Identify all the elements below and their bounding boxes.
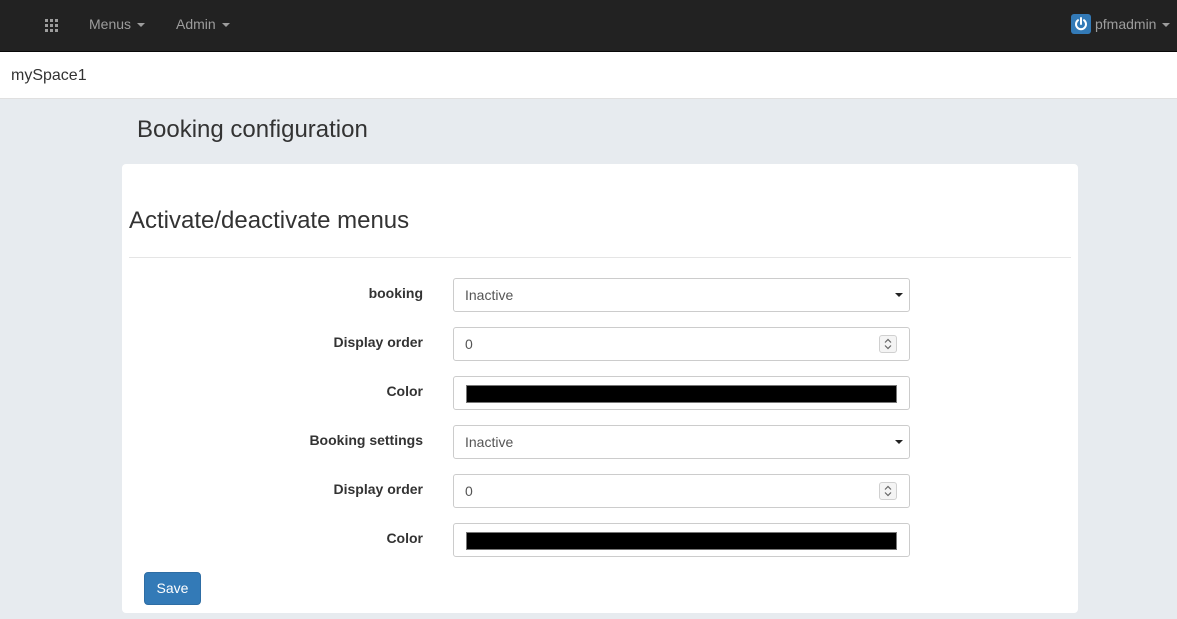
user-dropdown[interactable]: pfmadmin [1071,0,1171,48]
color-label: Color [386,530,423,546]
booking-settings-select[interactable]: Inactive [453,425,910,459]
admin-dropdown[interactable]: Admin [176,0,230,48]
booking-settings-label: Booking settings [309,432,423,448]
config-panel: Activate/deactivate menus booking Inacti… [122,164,1078,613]
caret-down-icon [1162,23,1171,28]
color-label: Color [386,383,423,399]
caret-down-icon [137,23,146,28]
space-name[interactable]: mySpace1 [11,52,87,100]
display-order-value: 0 [465,483,473,499]
color-swatch [466,532,897,550]
page-title: Booking configuration [137,116,368,143]
display-order-label: Display order [333,481,423,497]
caret-down-icon [221,23,230,28]
booking-label: booking [368,285,423,301]
booking-settings-select-value: Inactive [465,434,514,450]
divider [129,257,1071,258]
booking-select[interactable]: Inactive [453,278,910,312]
color-swatch [466,385,897,403]
caret-down-icon [895,440,903,444]
top-navbar: Menus Admin pfmadmin [0,0,1177,52]
save-button[interactable]: Save [144,572,201,605]
display-order-label: Display order [333,334,423,350]
color-input[interactable] [453,376,910,410]
user-label: pfmadmin [1095,16,1157,32]
number-spinner-icon[interactable] [879,335,897,353]
number-spinner-icon[interactable] [879,482,897,500]
caret-down-icon [895,293,903,297]
menus-dropdown[interactable]: Menus [89,0,146,48]
grid-icon[interactable] [40,14,64,38]
display-order-input[interactable]: 0 [453,474,910,508]
admin-label: Admin [176,16,216,32]
power-icon [1071,13,1091,34]
space-bar: mySpace1 [0,52,1177,99]
color-input[interactable] [453,523,910,557]
display-order-value: 0 [465,336,473,352]
menus-label: Menus [89,16,132,32]
display-order-input[interactable]: 0 [453,327,910,361]
booking-select-value: Inactive [465,287,514,303]
panel-heading: Activate/deactivate menus [129,207,410,234]
